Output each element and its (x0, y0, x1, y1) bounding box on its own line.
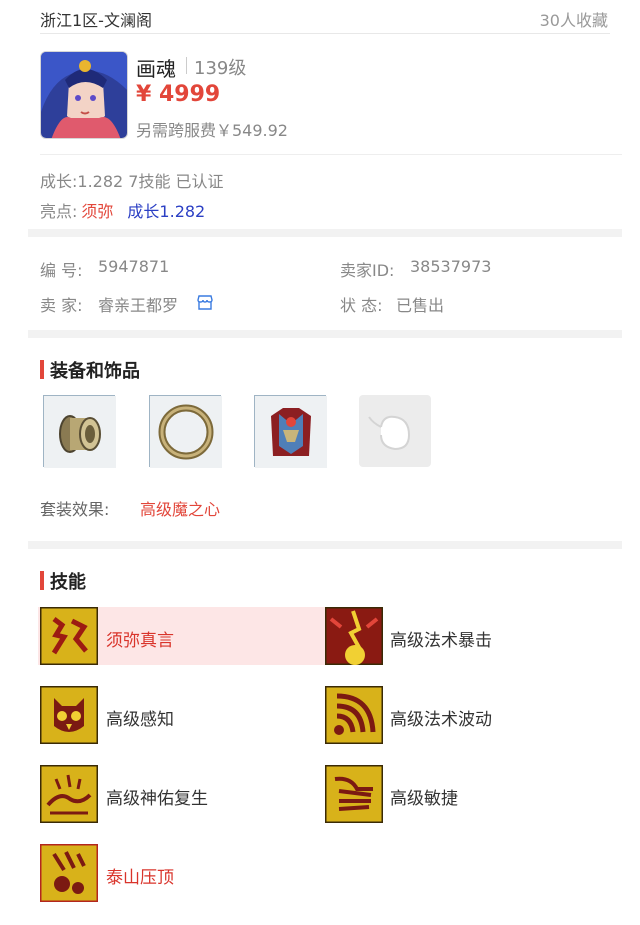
divider (186, 57, 187, 74)
set-effect-label: 套装效果: (40, 500, 110, 519)
owl-skill-icon[interactable] (40, 686, 98, 744)
status-value: 已售出 (396, 296, 445, 315)
role-name: 画魂 (136, 57, 176, 81)
highlight-tag-growth: 成长1.282 (127, 202, 206, 221)
seller-id-value: 38537973 (410, 257, 492, 276)
divider (40, 154, 622, 155)
empty-slot-icon[interactable] (359, 395, 431, 467)
highlight-label: 亮点: (40, 202, 78, 221)
status-label: 状 态: (340, 296, 383, 315)
favorites-count[interactable]: 30人收藏 (540, 7, 608, 31)
skill-label-spell-crit[interactable]: 高级法术暴击 (390, 626, 492, 651)
shop-icon[interactable] (196, 294, 214, 311)
armor-icon[interactable] (254, 395, 327, 468)
server-name: 浙江1区-文澜阁 (40, 11, 152, 30)
growth-summary: 成长:1.282 7技能 已认证 (40, 172, 224, 191)
highlights: 亮点: 须弥 成长1.282 (40, 198, 205, 222)
taishan-skill-icon[interactable] (40, 844, 98, 902)
spell-crit-skill-icon[interactable] (325, 607, 383, 665)
seller-id-label: 卖家ID: (340, 261, 395, 280)
sumeru-skill-icon[interactable] (40, 607, 98, 665)
equipment-section-title: 装备和饰品 (40, 357, 140, 383)
revive-skill-icon[interactable] (40, 765, 98, 823)
skill-label-spell-wave[interactable]: 高级法术波动 (390, 705, 492, 730)
seller-label: 卖 家: (40, 296, 83, 315)
section-separator (28, 541, 622, 549)
skill-label-sumeru[interactable]: 须弥真言 (106, 626, 174, 651)
highlight-tag-sumeru: 须弥 (81, 202, 114, 221)
skills-section-title: 技能 (40, 568, 86, 594)
set-effect-value: 高级魔之心 (140, 500, 221, 519)
agility-skill-icon[interactable] (325, 765, 383, 823)
id-value: 5947871 (98, 257, 170, 276)
price: ¥ 4999 (136, 82, 221, 107)
section-separator (28, 330, 622, 338)
top-bar: 浙江1区-文澜阁 30人收藏 (40, 0, 610, 34)
cross-server-fee: 另需跨服费￥549.92 (136, 121, 288, 140)
skill-label-revive[interactable]: 高级神佑复生 (106, 784, 208, 809)
skill-label-perception[interactable]: 高级感知 (106, 705, 174, 730)
id-label: 编 号: (40, 261, 83, 280)
role-level: 139级 (194, 58, 247, 79)
character-portrait-icon[interactable] (40, 51, 128, 139)
bracer-icon[interactable] (43, 395, 116, 468)
skill-label-agility[interactable]: 高级敏捷 (390, 784, 458, 809)
seller-name[interactable]: 睿亲王都罗 (98, 292, 178, 316)
wave-skill-icon[interactable] (325, 686, 383, 744)
skill-label-taishan[interactable]: 泰山压顶 (106, 863, 174, 888)
ring-icon[interactable] (149, 395, 222, 468)
section-separator (28, 229, 622, 237)
